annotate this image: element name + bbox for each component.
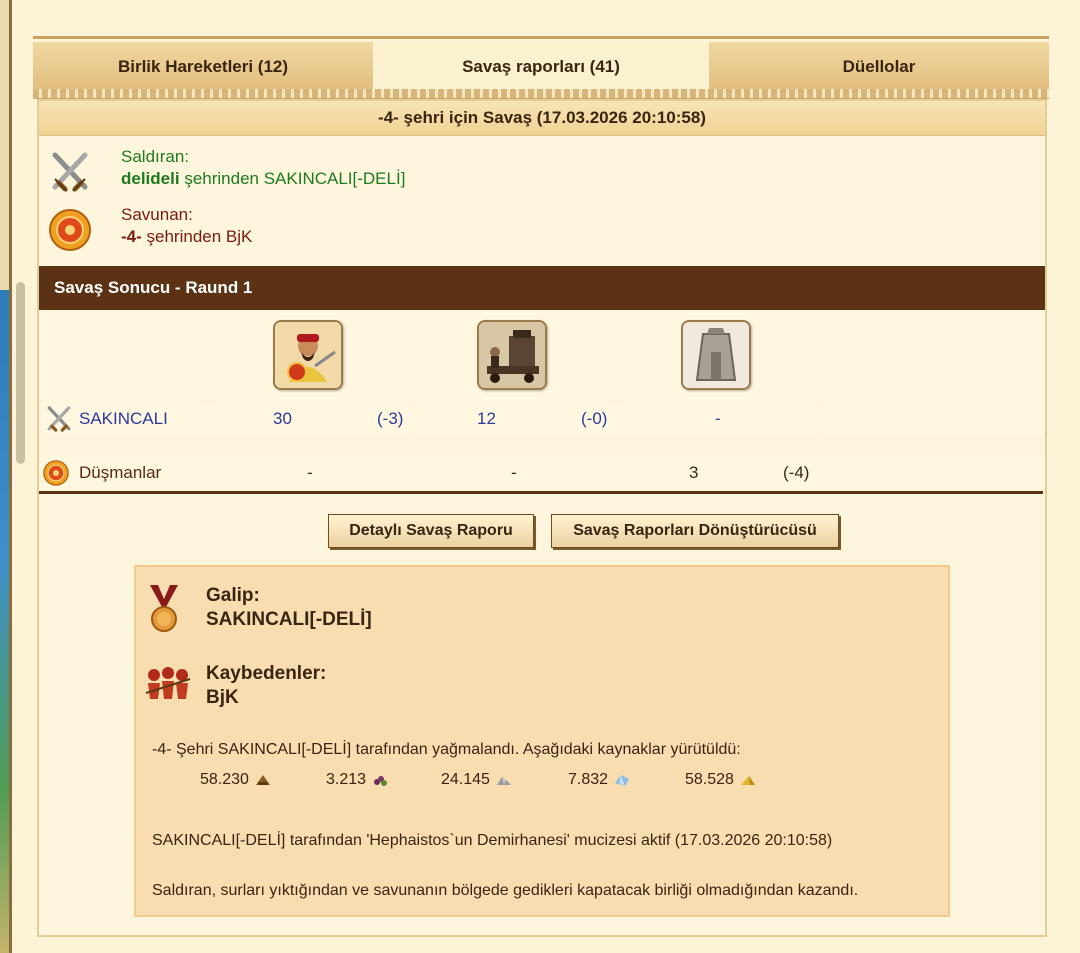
scrollbar-thumb[interactable] xyxy=(16,282,25,464)
report-title: -4- şehri için Savaş (17.03.2026 20:10:5… xyxy=(39,101,1045,136)
wonder-status-text: SAKINCALI[-DELİ] tarafından 'Hephaistos`… xyxy=(152,832,833,849)
unit-count: - xyxy=(307,463,313,482)
resource-amount: 58.230 xyxy=(200,771,249,788)
crossed-swords-icon xyxy=(52,152,88,192)
tab-battle-reports[interactable]: Savaş raporları (41) xyxy=(374,42,708,94)
attacker-player[interactable]: şehrinden SAKINCALI[-DELİ] xyxy=(184,169,405,188)
city-wall-icon[interactable] xyxy=(681,320,751,390)
tab-bar: Birlik Hareketleri (12) Savaş raporları … xyxy=(33,36,1049,94)
resource-wine: 3.213 xyxy=(326,771,389,789)
unit-count-cell: - xyxy=(209,456,411,490)
battle-report: -4- şehri için Savaş (17.03.2026 20:10:5… xyxy=(37,99,1047,937)
unit-count: - xyxy=(511,463,517,482)
victory-reason-text: Saldıran, surları yıktığından ve savunan… xyxy=(152,882,859,899)
crossed-swords-icon xyxy=(47,406,71,432)
attacker-row-label[interactable]: SAKINCALI xyxy=(79,409,168,429)
defender-line: -4- şehrinden BjK xyxy=(121,227,252,247)
resource-wood: 58.230 xyxy=(200,771,272,789)
game-map-edge xyxy=(0,0,25,953)
unit-header-cell xyxy=(209,312,411,400)
battle-outcome-box: Galip: SAKINCALI[-DELİ] Kaybedenler: BjK… xyxy=(134,565,950,917)
winner-title: Galip: xyxy=(206,585,260,606)
unit-count-cell: 3 (-4) xyxy=(617,456,819,490)
defeated-troops-icon xyxy=(145,667,191,699)
sulfur-icon xyxy=(740,775,755,785)
unit-loss: (-0) xyxy=(581,409,608,428)
table-divider xyxy=(39,491,1043,494)
medal-icon xyxy=(150,585,178,632)
row-label-cell: Düşmanlar xyxy=(39,456,207,490)
unit-loss: (-3) xyxy=(377,409,404,428)
resource-amount: 3.213 xyxy=(326,771,367,788)
resource-sulfur: 58.528 xyxy=(685,771,757,789)
report-converter-button[interactable]: Savaş Raporları Dönüştürücüsü xyxy=(551,514,839,548)
unit-header-cell xyxy=(617,312,819,400)
catapult-icon[interactable] xyxy=(477,320,547,390)
unit-header-empty xyxy=(39,312,207,400)
defender-role-label: Savunan: xyxy=(121,205,193,224)
attacker-city-link[interactable]: delideli xyxy=(121,169,180,188)
attacker-role-label: Saldıran: xyxy=(121,147,190,166)
unit-count: - xyxy=(715,409,721,428)
plunder-text: -4- Şehri SAKINCALI[-DELİ] tarafından ya… xyxy=(152,741,741,758)
tab-troop-movements[interactable]: Birlik Hareketleri (12) xyxy=(33,42,373,92)
resource-amount: 58.528 xyxy=(685,771,734,788)
marble-icon xyxy=(496,776,511,785)
defender-info: Savunan: -4- şehrinden BjK xyxy=(39,203,1045,257)
unit-header-cell xyxy=(413,312,615,400)
unit-count: 12 xyxy=(477,409,496,428)
empty-cell xyxy=(821,402,1043,436)
unit-loss: (-4) xyxy=(783,463,810,482)
row-label-cell: SAKINCALI xyxy=(39,402,207,436)
wine-icon xyxy=(374,775,388,786)
losers-title: Kaybedenler: xyxy=(206,663,327,684)
unit-count-cell: - xyxy=(617,402,819,436)
decorative-border xyxy=(33,89,1049,99)
empty-cell xyxy=(821,456,1043,490)
detailed-report-button[interactable]: Detaylı Savaş Raporu xyxy=(328,514,534,548)
defender-player[interactable]: şehrinden BjK xyxy=(147,227,253,246)
attacker-line: delideli şehrinden SAKINCALI[-DELİ] xyxy=(121,169,405,189)
shield-icon xyxy=(49,209,91,251)
defender-city-link[interactable]: -4- xyxy=(121,227,142,246)
unit-count-cell: 30 (-3) xyxy=(209,402,411,436)
wood-icon xyxy=(255,774,270,785)
battle-result-header: Savaş Sonucu - Raund 1 xyxy=(39,266,1045,310)
enemy-row-label: Düşmanlar xyxy=(79,463,162,482)
tab-duels[interactable]: Düellolar xyxy=(709,42,1049,92)
unit-count: 3 xyxy=(689,463,699,482)
resource-marble: 24.145 xyxy=(441,771,513,789)
loser-name[interactable]: BjK xyxy=(206,687,239,709)
winner-name[interactable]: SAKINCALI[-DELİ] xyxy=(206,609,372,631)
shield-icon xyxy=(43,460,69,486)
resource-crystal: 7.832 xyxy=(568,771,631,789)
unit-count-cell: 12 (-0) xyxy=(413,402,615,436)
crystal-icon xyxy=(615,774,630,786)
resource-amount: 7.832 xyxy=(568,771,609,788)
reports-panel: Birlik Hareketleri (12) Savaş raporları … xyxy=(33,36,1049,938)
map-sea-strip xyxy=(0,290,9,953)
unit-count-cell: - xyxy=(413,456,615,490)
map-border xyxy=(9,0,12,953)
attacker-info: Saldıran: delideli şehrinden SAKINCALI[-… xyxy=(39,145,1045,199)
unit-header-empty xyxy=(821,312,1043,400)
sword-warrior-icon[interactable] xyxy=(273,320,343,390)
resource-amount: 24.145 xyxy=(441,771,490,788)
unit-count: 30 xyxy=(273,409,292,428)
